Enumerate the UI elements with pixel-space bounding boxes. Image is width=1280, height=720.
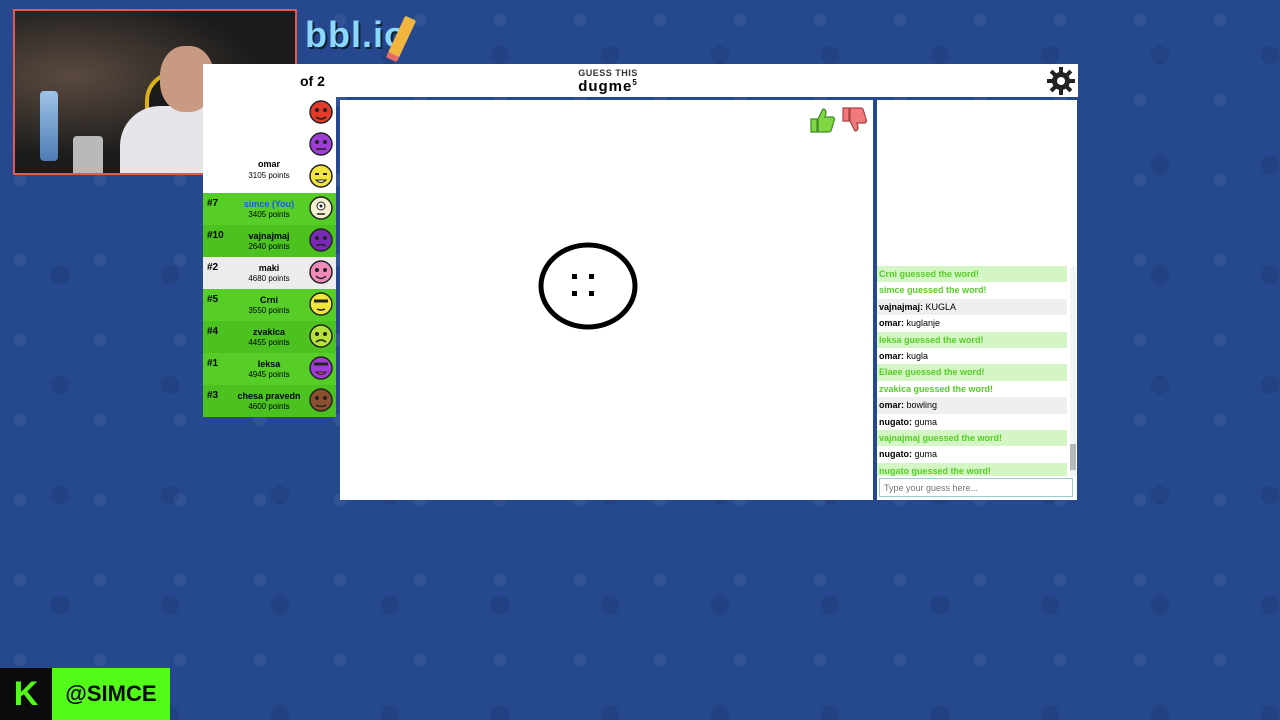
drawing-sketch [538,242,638,330]
player-row[interactable]: #4 zvakica 4455 points [203,321,336,353]
game-header: of 2 GUESS THIS dugme5 [203,64,1078,97]
chat-log: Crni guessed the word! simce guessed the… [877,266,1067,476]
player-row[interactable] [203,129,336,161]
chat-message: omar: kugla [879,350,929,361]
chat-message: zvakica guessed the word! [877,380,1067,398]
player-list: omar 3105 points #7 simce (You) 3405 poi… [203,97,336,417]
avatar [309,196,333,220]
game-logo: bbl.io [305,14,417,63]
guess-this-label: GUESS THIS [578,68,638,78]
gear-icon[interactable] [1046,66,1076,96]
player-row[interactable]: omar 3105 points [203,159,336,193]
player-row[interactable]: #7 simce (You) 3405 points [203,193,336,225]
avatar [309,388,333,412]
avatar [309,292,333,316]
player-row[interactable]: #5 Crni 3550 points [203,289,336,321]
chat-message: vajnajmaj: KUGLA [877,298,1067,316]
player-row[interactable] [203,97,336,129]
chat-scrollbar[interactable] [1070,268,1076,476]
thumbs-up-icon[interactable] [808,105,836,135]
stream-handle: @SIMCE [52,668,170,720]
thumbs-down-icon[interactable] [840,105,868,135]
avatar [309,356,333,380]
chat-message: simce guessed the word! [877,282,1067,299]
scrollbar-thumb[interactable] [1070,444,1076,470]
word-hint: dugme5 [578,78,638,95]
avatar [309,100,333,124]
chat-message: nugato guessed the word! [877,462,1067,476]
avatar [309,132,333,156]
player-row[interactable]: #2 maki 4680 points [203,257,336,289]
chat-message: vajnajmaj guessed the word! [877,429,1067,447]
player-row[interactable]: #3 chesa pravedn 4600 points [203,385,336,417]
avatar [309,228,333,252]
chat-message: nugato: guma [879,449,938,460]
chat-message: omar: kuglanje [879,318,941,329]
chat-message: Elaee guessed the word! [877,364,1067,381]
guess-input[interactable] [879,478,1073,497]
kick-logo-icon: K [0,668,52,720]
chat-message: leksa guessed the word! [877,331,1067,348]
chat-message: omar: bowling [877,397,1067,414]
chat-message: nugato: guma [879,416,938,427]
player-row[interactable]: #10 vajnajmaj 2640 points [203,225,336,257]
avatar [309,324,333,348]
chat-message: Crni guessed the word! [877,266,1067,283]
chat-panel: Crni guessed the word! simce guessed the… [877,100,1077,500]
avatar [309,164,333,188]
avatar [309,260,333,284]
drawing-canvas[interactable] [340,100,873,500]
player-row[interactable]: #1 leksa 4945 points [203,353,336,385]
word-length: 5 [632,78,638,87]
